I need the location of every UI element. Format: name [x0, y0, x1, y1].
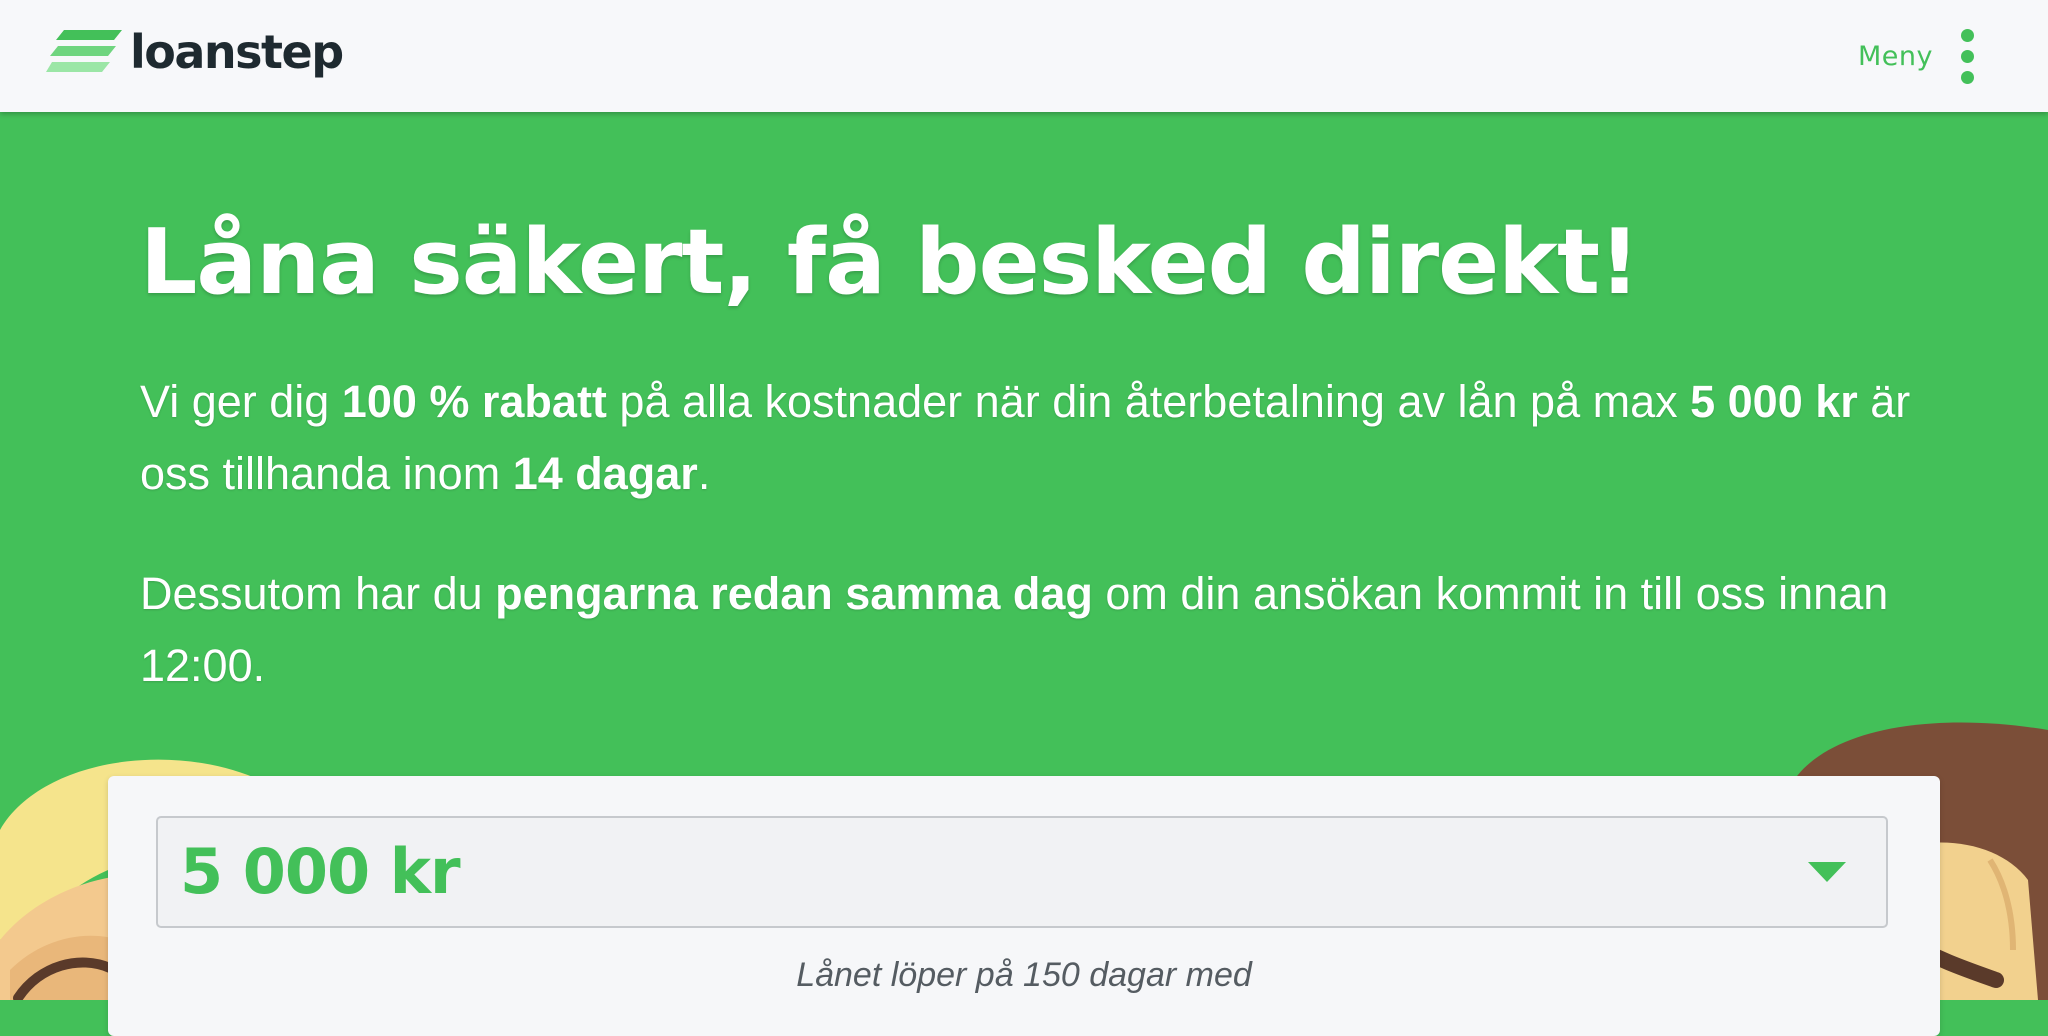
kebab-icon[interactable] [1961, 28, 1974, 84]
hero: Låna säkert, få besked direkt! Vi ger di… [140, 208, 1940, 702]
logo[interactable]: loanstep [46, 22, 344, 82]
chevron-down-icon[interactable] [1808, 862, 1846, 882]
logo-stripes-icon [46, 30, 122, 72]
text: Dessutom har du [140, 568, 496, 619]
text: . [697, 448, 711, 499]
bold-text: 5 000 kr [1690, 376, 1858, 427]
menu-label: Meny [1858, 40, 1933, 72]
text: på alla kostnader när din återbetalning … [606, 376, 1691, 427]
hero-paragraph-payout: Dessutom har du pengarna redan samma dag… [140, 558, 1940, 702]
loan-term-note: Lånet löper på 150 dagar med [796, 956, 1252, 994]
loan-calculator-card: 5 000 kr Lånet löper på 150 dagar med [108, 776, 1940, 1036]
bold-text: 100 % rabatt [341, 376, 607, 427]
text: Vi ger dig [140, 376, 342, 427]
menu-button[interactable]: Meny [1858, 26, 1974, 86]
bold-text: 14 dagar [512, 448, 698, 499]
hero-paragraph-discount: Vi ger dig 100 % rabatt på alla kostnade… [140, 366, 1940, 510]
logo-text: loanstep [130, 25, 344, 79]
page-title: Låna säkert, få besked direkt! [140, 210, 1640, 315]
loan-amount-select[interactable]: 5 000 kr [156, 816, 1888, 928]
bold-text: pengarna redan samma dag [495, 568, 1093, 619]
site-header: loanstep Meny [0, 0, 2048, 112]
loan-amount-value: 5 000 kr [180, 835, 461, 908]
